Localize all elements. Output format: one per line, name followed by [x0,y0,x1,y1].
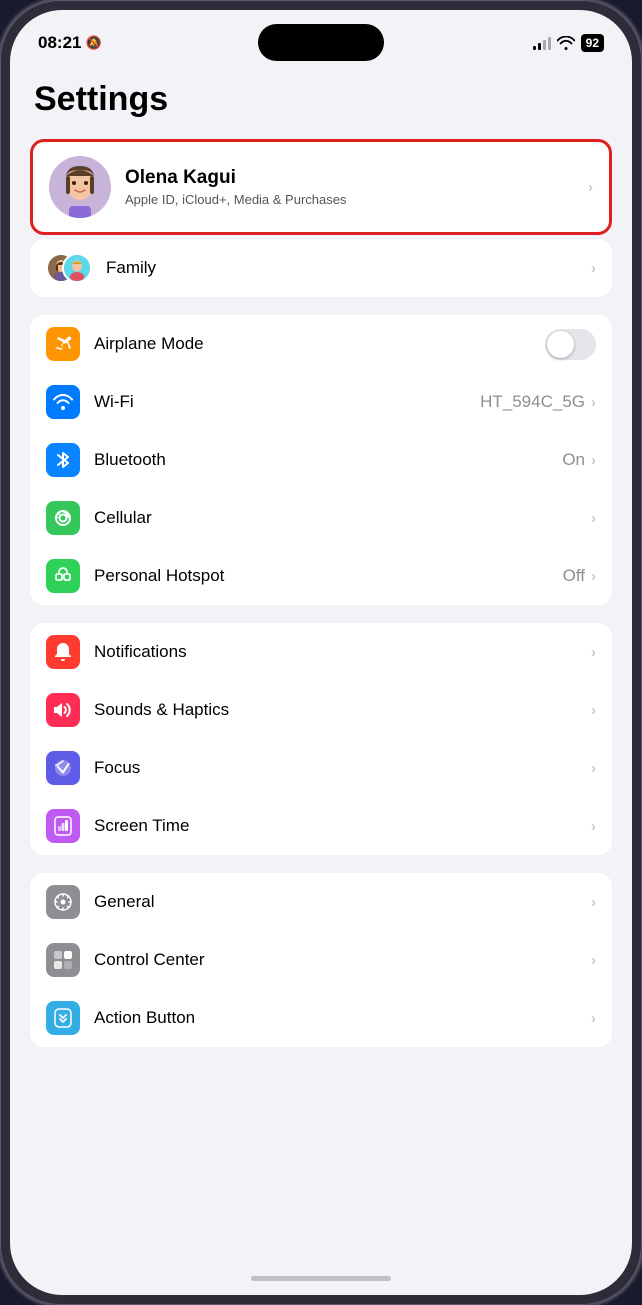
status-time: 08:21 🔕 [38,33,102,53]
wifi-chevron: › [591,394,596,411]
mute-icon: 🔕 [85,35,101,51]
family-label: Family [106,258,591,278]
cellular-label: Cellular [94,508,591,528]
family-group: Family › [30,239,612,297]
focus-row[interactable]: Focus › [30,739,612,797]
home-indicator [251,1276,391,1281]
toggle-knob [547,331,574,358]
hotspot-value: Off [563,566,585,586]
hotspot-icon-wrapper [46,559,80,593]
family-avatar-2 [62,253,92,283]
cellular-row[interactable]: Cellular › [30,489,612,547]
general-icon-wrapper [46,885,80,919]
sounds-row[interactable]: Sounds & Haptics › [30,681,612,739]
screentime-label: Screen Time [94,816,591,836]
notifications-label: Notifications [94,642,591,662]
wifi-row[interactable]: Wi-Fi HT_594C_5G › [30,373,612,431]
bluetooth-row[interactable]: Bluetooth On › [30,431,612,489]
status-right: 92 [533,34,604,52]
wifi-value: HT_594C_5G [480,392,585,412]
profile-subtitle: Apple ID, iCloud+, Media & Purchases [125,192,588,207]
control-center-chevron: › [591,952,596,969]
airplane-mode-row[interactable]: Airplane Mode [30,315,612,373]
general-row[interactable]: General › [30,873,612,931]
profile-row[interactable]: Olena Kagui Apple ID, iCloud+, Media & P… [30,139,612,235]
avatar [49,156,111,218]
hotspot-row[interactable]: Personal Hotspot Off › [30,547,612,605]
wifi-label: Wi-Fi [94,392,480,412]
time-display: 08:21 [38,33,81,53]
airplane-mode-icon [46,327,80,361]
airplane-mode-toggle[interactable] [545,329,596,360]
signal-bar-1 [533,46,536,50]
hotspot-chevron: › [591,568,596,585]
control-center-icon-wrapper [46,943,80,977]
signal-bars [533,36,551,50]
signal-bar-3 [543,40,546,50]
family-chevron: › [591,260,596,277]
cellular-icon-wrapper [46,501,80,535]
signal-bar-2 [538,43,541,50]
focus-chevron: › [591,760,596,777]
battery-indicator: 92 [581,34,604,52]
connectivity-group: Airplane Mode Wi-Fi HT_59 [30,315,612,605]
general-chevron: › [591,894,596,911]
sounds-label: Sounds & Haptics [94,700,591,720]
profile-info: Olena Kagui Apple ID, iCloud+, Media & P… [125,167,588,207]
screentime-icon-wrapper [46,809,80,843]
screentime-chevron: › [591,818,596,835]
notifications-chevron: › [591,644,596,661]
page-title: Settings [30,80,612,119]
phone-screen: 08:21 🔕 92 [10,10,632,1295]
phone-frame: 08:21 🔕 92 [0,0,642,1305]
signal-bar-4 [548,37,551,50]
action-button-icon-wrapper [46,1001,80,1035]
dynamic-island [258,24,384,61]
sounds-chevron: › [591,702,596,719]
sounds-icon-wrapper [46,693,80,727]
battery-level: 92 [586,36,599,50]
bluetooth-label: Bluetooth [94,450,562,470]
cellular-chevron: › [591,510,596,527]
notifications-row[interactable]: Notifications › [30,623,612,681]
wifi-status-icon [557,36,575,50]
general-label: General [94,892,591,912]
control-center-label: Control Center [94,950,591,970]
settings-content[interactable]: Settings [10,68,632,1295]
bluetooth-value: On [562,450,585,470]
focus-icon-wrapper [46,751,80,785]
wifi-icon-wrapper [46,385,80,419]
family-avatars [46,251,92,285]
family-row[interactable]: Family › [30,239,612,297]
general-group: General › Control Center › [30,873,612,1047]
bluetooth-chevron: › [591,452,596,469]
profile-name: Olena Kagui [125,167,588,189]
action-button-row[interactable]: Action Button › [30,989,612,1047]
screentime-row[interactable]: Screen Time › [30,797,612,855]
hotspot-label: Personal Hotspot [94,566,563,586]
bluetooth-icon-wrapper [46,443,80,477]
action-button-chevron: › [591,1010,596,1027]
control-center-row[interactable]: Control Center › [30,931,612,989]
airplane-mode-label: Airplane Mode [94,334,545,354]
notifications-icon-wrapper [46,635,80,669]
action-button-label: Action Button [94,1008,591,1028]
focus-label: Focus [94,758,591,778]
notifications-group: Notifications › Sounds & Haptics › [30,623,612,855]
profile-chevron: › [588,179,593,196]
